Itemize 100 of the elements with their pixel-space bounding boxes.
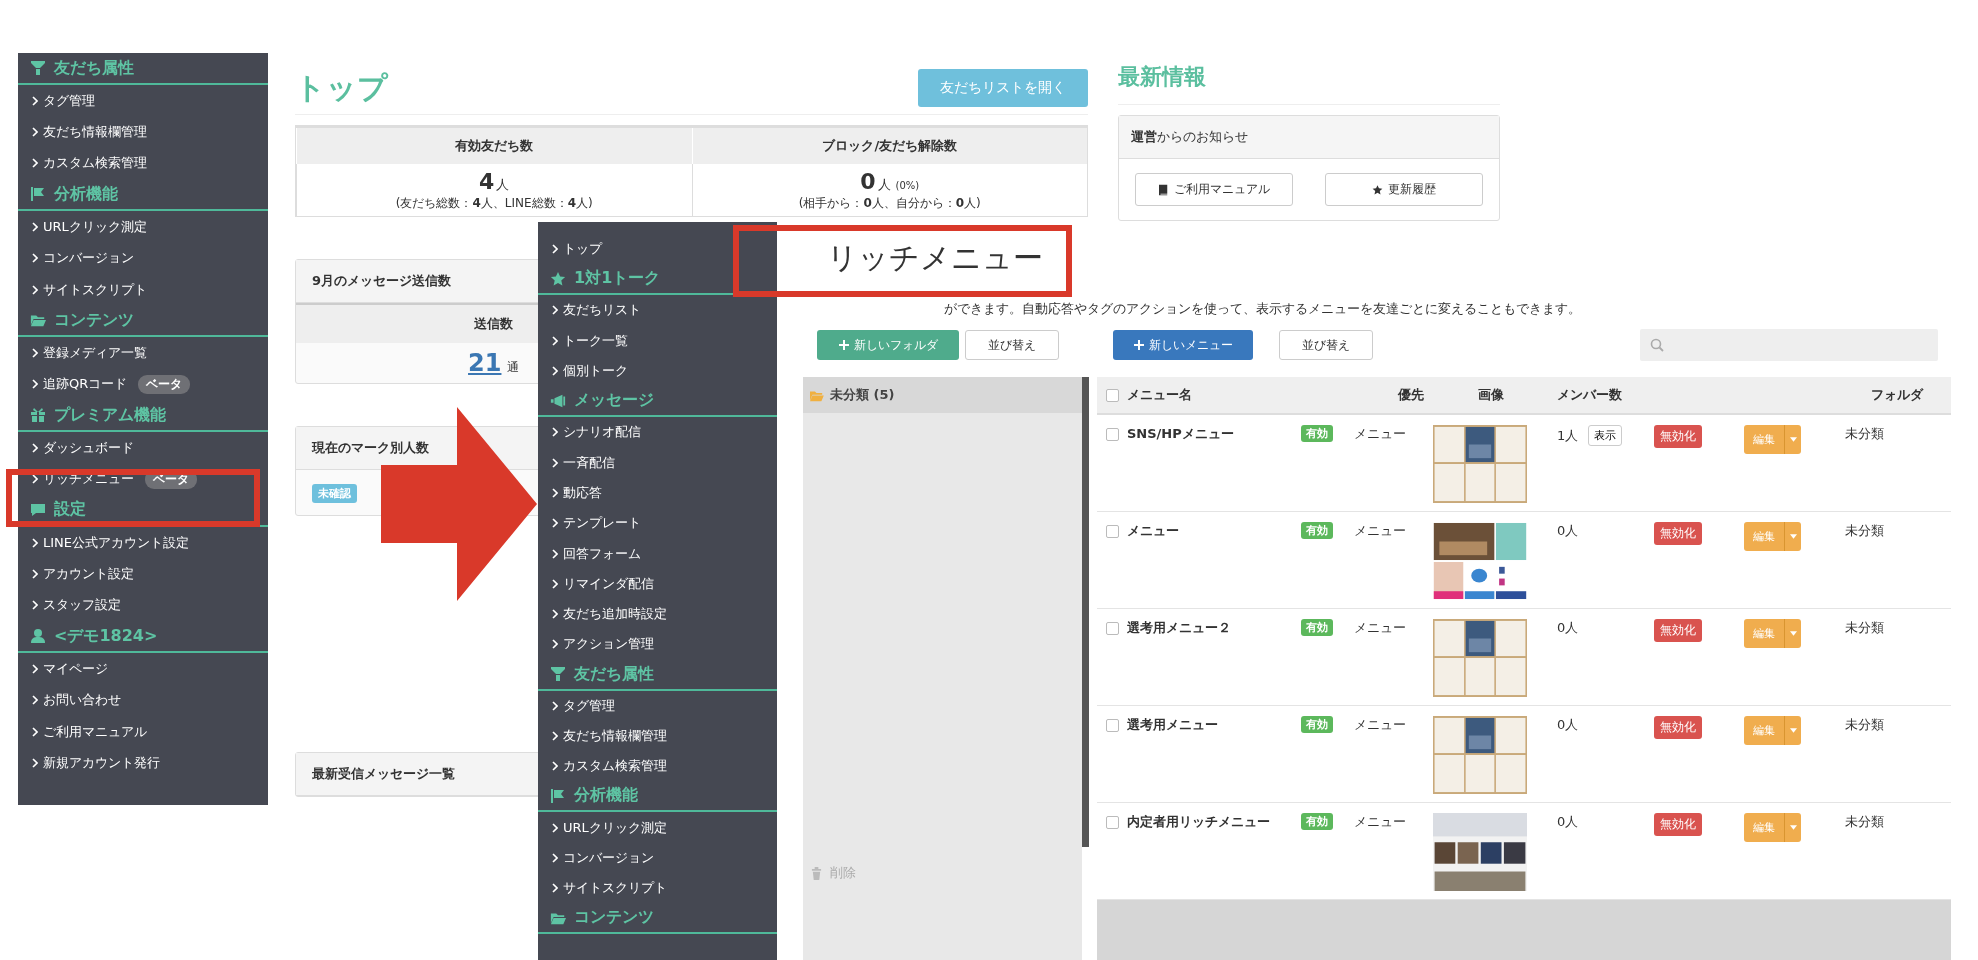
disable-button[interactable]: 無効化 <box>1654 813 1702 836</box>
filter-icon <box>550 666 566 683</box>
folder-cell-text: 未分類 <box>1844 425 1885 443</box>
show-button[interactable]: 表示 <box>1588 425 1623 446</box>
sidebar-item[interactable]: コンバージョン <box>18 242 268 274</box>
sidebar-item[interactable]: テンプレート <box>538 508 777 539</box>
chevron-icon <box>552 305 558 316</box>
sidebar-item[interactable]: 友だち追加時設定 <box>538 598 777 630</box>
disable-button[interactable]: 無効化 <box>1654 716 1702 739</box>
sidebar-item[interactable]: 登録メディア一覧 <box>18 337 268 369</box>
checkbox[interactable] <box>1105 525 1119 538</box>
star-icon <box>1372 183 1383 196</box>
disable-button[interactable]: 無効化 <box>1654 522 1702 545</box>
sidebar-item[interactable]: タグ管理 <box>18 85 268 117</box>
sidebar-item[interactable]: URLクリック測定 <box>538 812 777 843</box>
star-icon <box>550 270 566 287</box>
menu-name: 選考用メニュー２ <box>1127 619 1232 637</box>
sidebar-item[interactable]: タグ管理 <box>538 690 777 721</box>
splitter-bar[interactable] <box>1082 377 1089 847</box>
stat-detail: (相手から：0人、自分から：0人) <box>797 195 982 212</box>
sidebar-item[interactable]: カスタム検索管理 <box>538 751 777 782</box>
priority-cell-text: メニュー <box>1354 716 1407 734</box>
chevron-icon <box>552 609 558 620</box>
sidebar-item[interactable]: 動応答 <box>538 477 777 509</box>
chevron-icon <box>32 158 38 169</box>
sidebar-item[interactable]: コンバージョン <box>538 842 777 874</box>
sidebar-item[interactable]: マイページ <box>18 653 268 685</box>
member-count: 0人 <box>1557 522 1579 540</box>
checkbox[interactable] <box>1105 816 1119 829</box>
chevron-icon <box>552 700 558 711</box>
folder-cell-text: 未分類 <box>1844 716 1885 734</box>
disable-button[interactable]: 無効化 <box>1654 619 1702 642</box>
new-menu-button[interactable]: 新しいメニュー <box>1113 330 1253 360</box>
sidebar-item[interactable]: 友だち情報欄管理 <box>18 116 268 148</box>
sort-button[interactable]: 並び替え <box>1279 330 1373 360</box>
folder-item[interactable]: 未分類 (5) <box>803 377 1082 413</box>
chevron-icon <box>32 600 38 611</box>
dropdown-button[interactable] <box>1784 619 1801 648</box>
sidebar-item[interactable]: URLクリック測定 <box>18 211 268 243</box>
sidebar-item[interactable]: サイトスクリプト <box>18 273 268 306</box>
dropdown-button[interactable] <box>1784 716 1801 745</box>
sidebar-item[interactable]: 回答フォーム <box>538 538 777 569</box>
chevron-icon <box>552 487 558 498</box>
sidebar-item[interactable]: 個別トーク <box>538 355 777 387</box>
sidebar-item[interactable]: アクション管理 <box>538 629 777 660</box>
checkbox[interactable] <box>1105 428 1119 441</box>
sidebar-item[interactable]: カスタム検索管理 <box>18 147 268 180</box>
news-button[interactable]: ご利用マニュアル <box>1135 173 1293 206</box>
sidebar-item[interactable]: 友だち情報欄管理 <box>538 720 777 752</box>
checkbox[interactable] <box>1105 719 1119 732</box>
chevron-icon <box>552 427 558 438</box>
chevron-icon <box>32 569 38 579</box>
sidebar-item[interactable]: ご利用マニュアル <box>18 715 268 748</box>
chevron-icon <box>552 335 558 346</box>
sidebar-item[interactable]: 新規アカウント発行 <box>18 747 268 779</box>
sidebar-item[interactable]: 追跡QRコード ベータ <box>18 368 268 401</box>
dropdown-button[interactable] <box>1784 813 1801 842</box>
status-label: 有効 <box>1301 813 1333 830</box>
sidebar-section-title: プレミアム機能 <box>18 400 268 433</box>
chevron-icon <box>552 366 558 377</box>
checkbox[interactable] <box>1105 622 1119 635</box>
search-field[interactable] <box>1640 329 1938 361</box>
chevron-icon <box>32 348 38 359</box>
sidebar-item[interactable]: サイトスクリプト <box>538 873 777 904</box>
sidebar-item[interactable]: アカウント設定 <box>18 558 268 590</box>
menu-name: 内定者用リッチメニュー <box>1127 813 1271 831</box>
news-button[interactable]: 更新履歴 <box>1325 173 1483 206</box>
flag-icon <box>550 787 566 804</box>
column-header: フォルダ <box>1870 386 1925 404</box>
sidebar-item[interactable]: ダッシュボード <box>18 432 268 464</box>
folder-cell-text: 未分類 <box>1844 619 1885 637</box>
count-link[interactable]: 21 <box>468 349 502 377</box>
dropdown-button[interactable] <box>1784 425 1801 454</box>
dropdown-button[interactable] <box>1784 522 1801 551</box>
checkbox[interactable] <box>1105 388 1119 402</box>
chevron-icon <box>32 379 38 390</box>
chevron-icon <box>32 757 38 768</box>
chevron-icon <box>32 284 38 295</box>
chevron-icon <box>552 731 558 741</box>
folder-cell-text: 未分類 <box>1844 813 1885 831</box>
chevron-icon <box>32 221 38 232</box>
plus-icon <box>838 340 849 350</box>
column-header: 画像 <box>1476 386 1505 404</box>
folder-icon <box>809 388 824 402</box>
sidebar-item[interactable]: LINE公式アカウント設定 <box>18 526 268 559</box>
sort-button[interactable]: 並び替え <box>965 330 1059 360</box>
menu-name: メニュー <box>1127 522 1180 540</box>
sidebar-section-title: コンテンツ <box>18 305 268 338</box>
caret-icon <box>1789 631 1797 636</box>
disable-button[interactable]: 無効化 <box>1654 425 1702 448</box>
chat-icon <box>30 501 46 518</box>
column-header: メニュー名 <box>1127 386 1193 404</box>
sidebar-item[interactable]: スタッフ設定 <box>18 589 268 622</box>
sidebar-item[interactable]: お問い合わせ <box>18 684 268 716</box>
sidebar-section-title: 分析機能 <box>538 781 777 813</box>
sidebar-section-title: 友だち属性 <box>18 53 268 85</box>
flag-icon <box>30 186 46 203</box>
chevron-icon <box>32 726 38 737</box>
count-unit: 通 <box>507 360 520 374</box>
sidebar-item[interactable]: リマインダ配信 <box>538 568 777 599</box>
